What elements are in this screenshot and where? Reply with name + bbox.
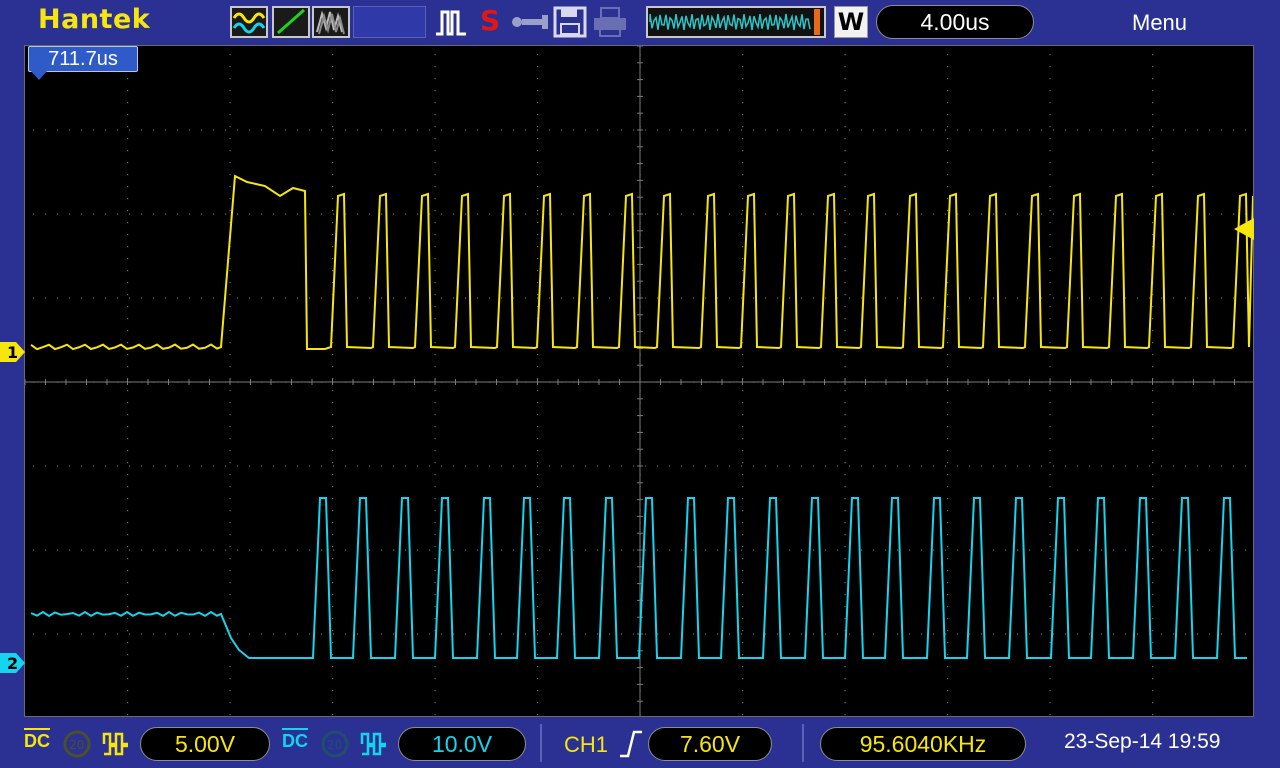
trigger-level[interactable]: 7.60V: [648, 727, 772, 761]
ch1-invert-icon[interactable]: [102, 730, 132, 758]
ch1-level-marker[interactable]: 1: [0, 341, 26, 363]
ch2-scale[interactable]: 10.0V: [398, 727, 526, 761]
line-icon[interactable]: [272, 6, 310, 38]
ch2-invert-icon[interactable]: [360, 730, 390, 758]
ch2-coupling[interactable]: DC: [282, 728, 308, 752]
menu-button[interactable]: Menu: [1132, 10, 1187, 36]
timebase-mode-indicator[interactable]: W: [834, 6, 868, 38]
run-state-indicator[interactable]: S: [480, 4, 500, 37]
svg-text:2: 2: [7, 654, 18, 673]
svg-text:1: 1: [7, 343, 18, 362]
pulse-icon[interactable]: [434, 6, 470, 38]
usb-icon: [512, 15, 548, 29]
scope-display: [24, 45, 1254, 717]
timebase-value[interactable]: 4.00us: [876, 5, 1034, 39]
horizontal-position-icon[interactable]: [646, 6, 826, 38]
trigger-level-marker[interactable]: [1232, 218, 1254, 240]
divider: [802, 724, 804, 762]
ch1-waveform: [30, 174, 1253, 351]
svg-text:20: 20: [69, 738, 84, 752]
ch1-coupling[interactable]: DC: [24, 728, 50, 752]
trigger-source[interactable]: CH1: [564, 732, 608, 758]
rising-edge-icon[interactable]: [618, 730, 644, 758]
ch2-level-marker[interactable]: 2: [0, 652, 26, 674]
persistence-icon[interactable]: [312, 6, 350, 38]
divider: [540, 724, 542, 762]
waveform-canvas: [25, 46, 1253, 716]
trigger-position-marker: [30, 70, 48, 80]
brand-logo: Hantek: [38, 4, 151, 35]
svg-text:20: 20: [327, 738, 342, 752]
print-icon[interactable]: [592, 6, 628, 38]
trigger-time-label: 711.7us: [28, 46, 138, 72]
ch1-scale[interactable]: 5.00V: [140, 727, 270, 761]
top-toolbar: Hantek S W 4.00us Menu: [0, 0, 1280, 46]
waveform-icon[interactable]: [230, 6, 268, 38]
frequency-readout: 95.6040KHz: [820, 727, 1026, 761]
save-icon[interactable]: [553, 6, 587, 38]
ch1-bandwidth-limit-icon[interactable]: 20: [62, 730, 92, 758]
ch2-bandwidth-limit-icon[interactable]: 20: [320, 730, 350, 758]
date-time: 23-Sep-14 19:59: [1064, 730, 1221, 753]
status-box: [353, 6, 426, 38]
